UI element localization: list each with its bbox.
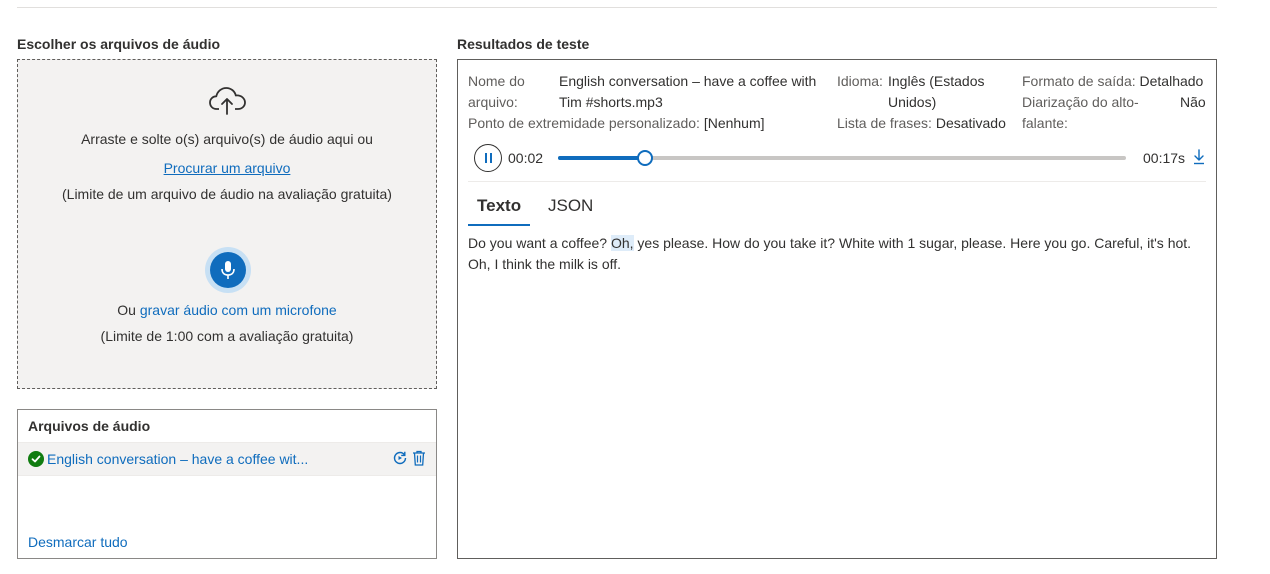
diarization-value: Não <box>1180 94 1206 110</box>
file-name-link[interactable]: English conversation – have a coffee wit… <box>47 451 308 467</box>
record-microphone-button[interactable] <box>210 252 246 288</box>
tab-texto[interactable]: Texto <box>477 196 521 216</box>
diarization-label-2: falante: <box>1022 115 1068 131</box>
file-limit-text: (Limite de um arquivo de áudio na avalia… <box>62 186 392 202</box>
checkmark-circle-icon <box>28 451 44 467</box>
record-audio-link[interactable]: gravar áudio com um microfone <box>140 302 337 318</box>
seek-progress <box>558 156 645 160</box>
top-divider <box>17 7 1217 8</box>
total-time: 00:17s <box>1143 150 1186 166</box>
microphone-icon <box>221 261 235 279</box>
record-prefix: Ou <box>117 302 136 318</box>
output-format-label: Formato de saída: <box>1022 73 1136 89</box>
audio-dropzone[interactable]: Arraste e solte o(s) arquivo(s) de áudio… <box>17 59 437 389</box>
language-label: Idioma: <box>837 73 883 89</box>
language-value-2: Unidos) <box>888 94 937 110</box>
active-tab-indicator <box>468 224 530 226</box>
download-icon[interactable] <box>1193 149 1205 165</box>
seek-slider[interactable] <box>558 150 1126 166</box>
audio-files-title: Arquivos de áudio <box>28 418 151 434</box>
file-name-label-2: arquivo: <box>468 94 518 110</box>
upload-section-title: Escolher os arquivos de áudio <box>17 36 221 52</box>
pause-button[interactable] <box>474 144 502 172</box>
deselect-all-link[interactable]: Desmarcar tudo <box>28 534 128 550</box>
phrase-list-value: Desativado <box>935 115 1006 131</box>
transcript-text: Do you want a coffee? Oh, yes please. Ho… <box>468 233 1208 275</box>
trash-icon[interactable] <box>412 450 426 466</box>
record-button-halo <box>205 247 251 293</box>
drag-drop-text: Arraste e solte o(s) arquivo(s) de áudio… <box>81 131 373 147</box>
time-limit-text: (Limite de 1:00 com a avaliação gratuita… <box>100 328 354 344</box>
browse-file-link[interactable]: Procurar um arquivo <box>164 160 291 176</box>
file-name-value-1: English conversation – have a coffee wit… <box>559 73 817 89</box>
endpoint-value: [Nenhum] <box>703 115 765 131</box>
retry-icon[interactable] <box>392 450 408 466</box>
player-divider <box>468 181 1206 182</box>
endpoint-label: Ponto de extremidade personalizado: <box>468 115 700 131</box>
audio-files-panel: Arquivos de áudio English conversation –… <box>17 409 437 559</box>
diarization-label-1: Diarização do alto- <box>1022 94 1139 110</box>
output-format-value: Detalhado <box>1139 73 1204 89</box>
file-name-label-1: Nome do <box>468 73 525 89</box>
tab-json[interactable]: JSON <box>548 196 593 216</box>
cloud-upload-icon <box>209 87 246 115</box>
seek-thumb[interactable] <box>636 150 653 166</box>
results-panel: Nome do arquivo: English conversation – … <box>457 59 1217 559</box>
current-time: 00:02 <box>508 150 544 166</box>
audio-player: 00:02 00:17s <box>458 142 1216 182</box>
results-section-title: Resultados de teste <box>457 36 590 52</box>
file-name-value-2: Tim #shorts.mp3 <box>559 94 663 110</box>
transcript-highlighted-word: Oh, <box>610 235 634 251</box>
phrase-list-label: Lista de frases: <box>837 115 932 131</box>
file-list-item[interactable]: English conversation – have a coffee wit… <box>18 442 436 476</box>
language-value-1: Inglês (Estados <box>888 73 985 89</box>
transcript-before: Do you want a coffee? <box>468 235 611 251</box>
